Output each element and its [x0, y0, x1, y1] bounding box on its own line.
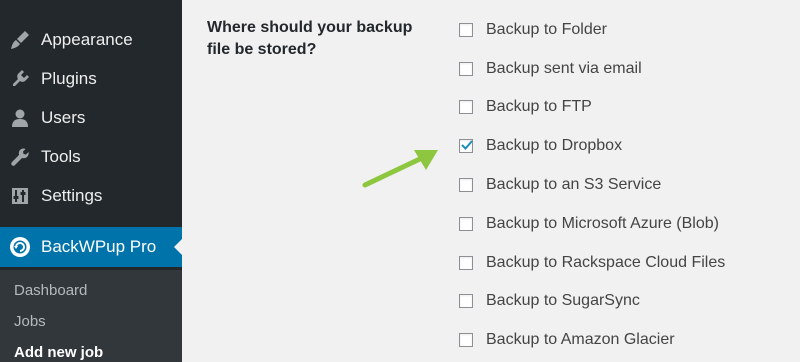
- option-label: Backup to Dropbox: [486, 137, 623, 154]
- sugarsync-checkbox[interactable]: [459, 294, 473, 308]
- sidebar-item-plugins[interactable]: Plugins: [0, 60, 182, 98]
- option-backup-to-azure[interactable]: Backup to Microsoft Azure (Blob): [459, 213, 719, 235]
- azure-checkbox[interactable]: [459, 217, 473, 231]
- sidebar-item-backwpup-pro[interactable]: BackWPup Pro: [0, 227, 182, 267]
- email-checkbox[interactable]: [459, 62, 473, 76]
- option-label: Backup to Rackspace Cloud Files: [486, 254, 726, 271]
- settings-icon: [8, 184, 32, 208]
- option-label: Backup to FTP: [486, 98, 592, 115]
- backup-destination-question: Where should your backup file be stored?: [207, 19, 413, 58]
- option-backup-to-ftp[interactable]: Backup to FTP: [459, 96, 592, 118]
- option-backup-to-folder[interactable]: Backup to Folder: [459, 19, 607, 41]
- dropbox-checkbox[interactable]: [459, 139, 473, 153]
- option-backup-to-glacier[interactable]: Backup to Amazon Glacier: [459, 329, 675, 351]
- current-menu-pointer: [174, 239, 182, 255]
- wrench-icon: [8, 145, 32, 169]
- glacier-checkbox[interactable]: [459, 333, 473, 347]
- option-label: Backup sent via email: [486, 60, 642, 77]
- submenu-item-dashboard[interactable]: Dashboard: [14, 282, 87, 299]
- sidebar-item-tools[interactable]: Tools: [0, 138, 182, 176]
- checkmark-icon: [461, 140, 473, 150]
- sidebar-item-label: BackWPup Pro: [41, 237, 157, 256]
- users-icon: [8, 106, 32, 130]
- sidebar-item-label: Tools: [41, 147, 81, 166]
- option-label: Backup to Amazon Glacier: [486, 331, 675, 348]
- option-label: Backup to Microsoft Azure (Blob): [486, 215, 719, 232]
- plugin-icon: [8, 67, 32, 91]
- backwpup-icon: [8, 235, 32, 259]
- sidebar-item-label: Users: [41, 108, 86, 127]
- sidebar-item-label: Plugins: [41, 69, 97, 88]
- sidebar-item-label: Settings: [41, 186, 103, 205]
- paintbrush-icon: [8, 28, 32, 52]
- sidebar-item-users[interactable]: Users: [0, 99, 182, 137]
- sidebar-item-appearance[interactable]: Appearance: [0, 21, 182, 59]
- option-backup-to-rackspace[interactable]: Backup to Rackspace Cloud Files: [459, 252, 725, 274]
- sidebar-item-label: Appearance: [41, 30, 133, 49]
- backwpup-submenu: Dashboard Jobs Add new job: [0, 270, 182, 362]
- option-label: Backup to Folder: [486, 21, 607, 38]
- rackspace-checkbox[interactable]: [459, 256, 473, 270]
- admin-sidebar: Appearance Plugins Users Tools Settings …: [0, 0, 182, 362]
- ftp-checkbox[interactable]: [459, 100, 473, 114]
- s3-checkbox[interactable]: [459, 178, 473, 192]
- option-backup-to-s3[interactable]: Backup to an S3 Service: [459, 174, 661, 196]
- folder-checkbox[interactable]: [459, 23, 473, 37]
- option-label: Backup to SugarSync: [486, 292, 640, 309]
- sidebar-item-settings[interactable]: Settings: [0, 177, 182, 215]
- submenu-item-jobs[interactable]: Jobs: [14, 313, 46, 330]
- green-arrow-icon: [362, 150, 438, 188]
- option-backup-to-sugarsync[interactable]: Backup to SugarSync: [459, 290, 640, 312]
- option-label: Backup to an S3 Service: [486, 176, 662, 193]
- submenu-item-add-new-job[interactable]: Add new job: [14, 344, 103, 361]
- option-backup-to-dropbox[interactable]: Backup to Dropbox: [459, 135, 622, 157]
- option-backup-via-email[interactable]: Backup sent via email: [459, 58, 642, 80]
